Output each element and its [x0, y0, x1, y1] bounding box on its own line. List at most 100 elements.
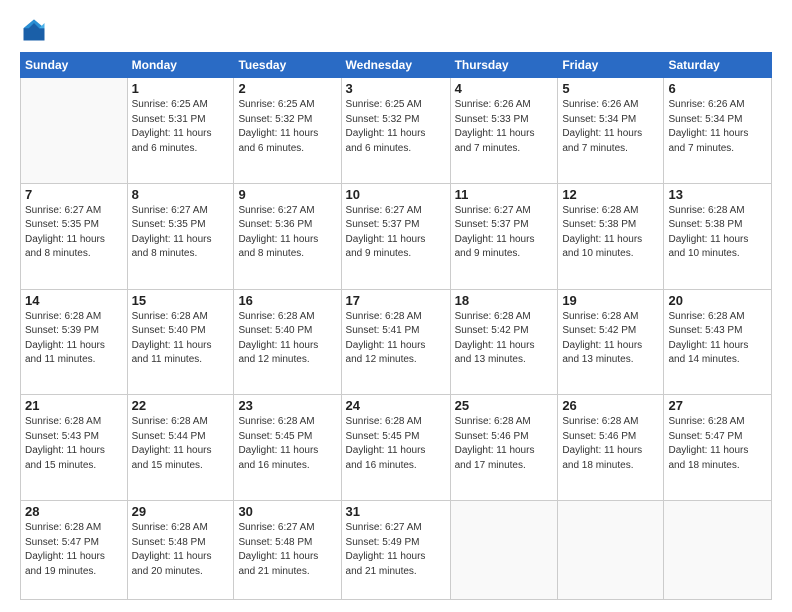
day-info: Sunrise: 6:26 AM Sunset: 5:33 PM Dayligh…	[455, 98, 554, 156]
calendar-cell: 8 Sunrise: 6:27 AM Sunset: 5:35 PM Daylig…	[127, 183, 234, 289]
day-number: 25	[455, 398, 554, 413]
day-info: Sunrise: 6:27 AM Sunset: 5:49 PM Dayligh…	[346, 521, 446, 579]
calendar-week-row: 21Sunrise: 6:28 AM Sunset: 5:43 PM Dayli…	[21, 395, 772, 501]
calendar-day-header: Saturday	[664, 53, 772, 78]
day-number: 2	[238, 81, 336, 96]
calendar-cell: 20 Sunrise: 6:28 AM Sunset: 5:43 PM Dayli…	[664, 289, 772, 395]
calendar-cell: 31 Sunrise: 6:27 AM Sunset: 5:49 PM Dayli…	[341, 501, 450, 600]
calendar-week-row: 14 Sunrise: 6:28 AM Sunset: 5:39 PM Dayli…	[21, 289, 772, 395]
day-info: Sunrise: 6:26 AM Sunset: 5:34 PM Dayligh…	[668, 98, 767, 156]
header	[20, 16, 772, 44]
day-number: 14	[25, 293, 123, 308]
calendar-cell: 28 Sunrise: 6:28 AM Sunset: 5:47 PM Dayli…	[21, 501, 128, 600]
calendar-header-row: SundayMondayTuesdayWednesdayThursdayFrid…	[21, 53, 772, 78]
calendar-day-header: Friday	[558, 53, 664, 78]
calendar-cell: 12 Sunrise: 6:28 AM Sunset: 5:38 PM Dayli…	[558, 183, 664, 289]
day-info: Sunrise: 6:28 AM Sunset: 5:38 PM Dayligh…	[562, 204, 659, 262]
day-info: Sunrise: 6:28 AM Sunset: 5:48 PM Dayligh…	[132, 521, 230, 579]
day-info: Sunrise: 6:28 AM Sunset: 5:42 PM Dayligh…	[455, 310, 554, 368]
calendar-cell: 29 Sunrise: 6:28 AM Sunset: 5:48 PM Dayli…	[127, 501, 234, 600]
day-number: 31	[346, 504, 446, 519]
day-number: 12	[562, 187, 659, 202]
day-info: Sunrise: 6:26 AM Sunset: 5:34 PM Dayligh…	[562, 98, 659, 156]
calendar-cell: 18 Sunrise: 6:28 AM Sunset: 5:42 PM Dayli…	[450, 289, 558, 395]
day-info: Sunrise: 6:28 AM Sunset: 5:38 PM Dayligh…	[668, 204, 767, 262]
calendar-cell: 16 Sunrise: 6:28 AM Sunset: 5:40 PM Dayli…	[234, 289, 341, 395]
day-info: Sunrise: 6:28 AM Sunset: 5:46 PM Dayligh…	[455, 415, 554, 473]
calendar-cell: 23 Sunrise: 6:28 AM Sunset: 5:45 PM Dayli…	[234, 395, 341, 501]
page: SundayMondayTuesdayWednesdayThursdayFrid…	[0, 0, 792, 612]
day-info: Sunrise: 6:28 AM Sunset: 5:47 PM Dayligh…	[668, 415, 767, 473]
calendar-cell: 4 Sunrise: 6:26 AM Sunset: 5:33 PM Daylig…	[450, 78, 558, 184]
calendar-cell	[558, 501, 664, 600]
day-info: Sunrise: 6:28 AM Sunset: 5:45 PM Dayligh…	[238, 415, 336, 473]
day-number: 8	[132, 187, 230, 202]
day-number: 15	[132, 293, 230, 308]
calendar-cell: 17 Sunrise: 6:28 AM Sunset: 5:41 PM Dayli…	[341, 289, 450, 395]
calendar-cell: 27 Sunrise: 6:28 AM Sunset: 5:47 PM Dayli…	[664, 395, 772, 501]
day-info: Sunrise: 6:28 AM Sunset: 5:47 PM Dayligh…	[25, 521, 123, 579]
calendar-cell: 10 Sunrise: 6:27 AM Sunset: 5:37 PM Dayli…	[341, 183, 450, 289]
calendar-table: SundayMondayTuesdayWednesdayThursdayFrid…	[20, 52, 772, 600]
day-info: Sunrise: 6:28 AM Sunset: 5:43 PM Dayligh…	[25, 415, 123, 473]
calendar-cell: 5Sunrise: 6:26 AM Sunset: 5:34 PM Daylig…	[558, 78, 664, 184]
day-number: 29	[132, 504, 230, 519]
day-info: Sunrise: 6:28 AM Sunset: 5:39 PM Dayligh…	[25, 310, 123, 368]
logo-icon	[20, 16, 48, 44]
day-info: Sunrise: 6:27 AM Sunset: 5:35 PM Dayligh…	[25, 204, 123, 262]
calendar-cell: 7 Sunrise: 6:27 AM Sunset: 5:35 PM Daylig…	[21, 183, 128, 289]
day-number: 7	[25, 187, 123, 202]
day-info: Sunrise: 6:27 AM Sunset: 5:35 PM Dayligh…	[132, 204, 230, 262]
calendar-day-header: Sunday	[21, 53, 128, 78]
day-info: Sunrise: 6:25 AM Sunset: 5:32 PM Dayligh…	[238, 98, 336, 156]
day-number: 9	[238, 187, 336, 202]
calendar-cell: 9 Sunrise: 6:27 AM Sunset: 5:36 PM Daylig…	[234, 183, 341, 289]
day-number: 16	[238, 293, 336, 308]
calendar-cell: 15 Sunrise: 6:28 AM Sunset: 5:40 PM Dayli…	[127, 289, 234, 395]
day-info: Sunrise: 6:28 AM Sunset: 5:42 PM Dayligh…	[562, 310, 659, 368]
day-number: 4	[455, 81, 554, 96]
day-info: Sunrise: 6:28 AM Sunset: 5:43 PM Dayligh…	[668, 310, 767, 368]
calendar-day-header: Monday	[127, 53, 234, 78]
calendar-cell: 6Sunrise: 6:26 AM Sunset: 5:34 PM Daylig…	[664, 78, 772, 184]
day-info: Sunrise: 6:28 AM Sunset: 5:40 PM Dayligh…	[238, 310, 336, 368]
calendar-cell: 30 Sunrise: 6:27 AM Sunset: 5:48 PM Dayli…	[234, 501, 341, 600]
day-number: 18	[455, 293, 554, 308]
day-number: 24	[346, 398, 446, 413]
calendar-cell: 26Sunrise: 6:28 AM Sunset: 5:46 PM Dayli…	[558, 395, 664, 501]
calendar-cell: 11 Sunrise: 6:27 AM Sunset: 5:37 PM Dayli…	[450, 183, 558, 289]
calendar-cell	[450, 501, 558, 600]
day-info: Sunrise: 6:28 AM Sunset: 5:44 PM Dayligh…	[132, 415, 230, 473]
calendar-cell: 1 Sunrise: 6:25 AM Sunset: 5:31 PM Daylig…	[127, 78, 234, 184]
day-info: Sunrise: 6:25 AM Sunset: 5:32 PM Dayligh…	[346, 98, 446, 156]
day-number: 3	[346, 81, 446, 96]
day-info: Sunrise: 6:27 AM Sunset: 5:36 PM Dayligh…	[238, 204, 336, 262]
calendar-cell: 14 Sunrise: 6:28 AM Sunset: 5:39 PM Dayli…	[21, 289, 128, 395]
calendar-cell: 3 Sunrise: 6:25 AM Sunset: 5:32 PM Daylig…	[341, 78, 450, 184]
logo	[20, 16, 52, 44]
day-info: Sunrise: 6:25 AM Sunset: 5:31 PM Dayligh…	[132, 98, 230, 156]
calendar-cell: 19 Sunrise: 6:28 AM Sunset: 5:42 PM Dayli…	[558, 289, 664, 395]
calendar-cell: 13Sunrise: 6:28 AM Sunset: 5:38 PM Dayli…	[664, 183, 772, 289]
calendar-cell: 22Sunrise: 6:28 AM Sunset: 5:44 PM Dayli…	[127, 395, 234, 501]
day-number: 10	[346, 187, 446, 202]
day-number: 17	[346, 293, 446, 308]
calendar-week-row: 1 Sunrise: 6:25 AM Sunset: 5:31 PM Daylig…	[21, 78, 772, 184]
day-number: 23	[238, 398, 336, 413]
day-info: Sunrise: 6:28 AM Sunset: 5:45 PM Dayligh…	[346, 415, 446, 473]
calendar-day-header: Wednesday	[341, 53, 450, 78]
day-info: Sunrise: 6:27 AM Sunset: 5:48 PM Dayligh…	[238, 521, 336, 579]
day-number: 20	[668, 293, 767, 308]
calendar-week-row: 7 Sunrise: 6:27 AM Sunset: 5:35 PM Daylig…	[21, 183, 772, 289]
day-number: 19	[562, 293, 659, 308]
calendar-cell: 21Sunrise: 6:28 AM Sunset: 5:43 PM Dayli…	[21, 395, 128, 501]
day-number: 27	[668, 398, 767, 413]
day-info: Sunrise: 6:28 AM Sunset: 5:40 PM Dayligh…	[132, 310, 230, 368]
day-number: 11	[455, 187, 554, 202]
day-number: 1	[132, 81, 230, 96]
day-number: 28	[25, 504, 123, 519]
day-info: Sunrise: 6:27 AM Sunset: 5:37 PM Dayligh…	[346, 204, 446, 262]
day-info: Sunrise: 6:27 AM Sunset: 5:37 PM Dayligh…	[455, 204, 554, 262]
day-number: 30	[238, 504, 336, 519]
day-info: Sunrise: 6:28 AM Sunset: 5:41 PM Dayligh…	[346, 310, 446, 368]
